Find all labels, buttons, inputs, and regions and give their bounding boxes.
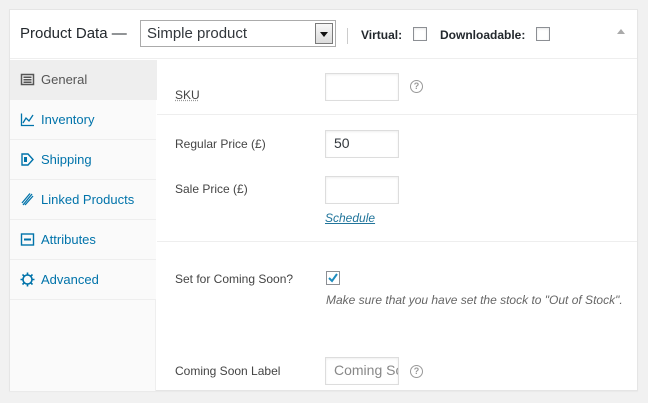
attributes-icon bbox=[20, 232, 35, 247]
product-type-value: Simple product bbox=[147, 25, 248, 42]
regular-price-input[interactable]: 50 bbox=[325, 130, 399, 158]
tab-label: Inventory bbox=[41, 112, 95, 127]
general-panel: SKU ? Regular Price (£) 50 Sale Price (£… bbox=[157, 60, 637, 391]
chevron-down-icon bbox=[315, 23, 333, 44]
tab-general[interactable]: General bbox=[10, 60, 157, 100]
product-data-tabs: General Inventory Shipping Linked Produc… bbox=[10, 60, 157, 391]
product-data-panel: Product Data — Simple product Virtual: D… bbox=[9, 9, 638, 391]
virtual-label: Virtual: bbox=[361, 28, 403, 42]
coming-soon-label: Set for Coming Soon? bbox=[175, 272, 294, 286]
sale-price-label: Sale Price (£) bbox=[175, 182, 248, 196]
sku-label: SKU bbox=[175, 88, 200, 102]
coming-soon-description: Make sure that you have set the stock to… bbox=[326, 293, 623, 307]
downloadable-label: Downloadable: bbox=[440, 28, 526, 42]
checkmark-icon bbox=[328, 273, 338, 283]
tab-label: Shipping bbox=[41, 152, 92, 167]
tab-label: Attributes bbox=[41, 232, 96, 247]
tab-label: Advanced bbox=[41, 272, 99, 287]
coming-soon-text-label: Coming Soon Label bbox=[175, 364, 281, 378]
regular-price-label: Regular Price (£) bbox=[175, 137, 266, 151]
tab-label: General bbox=[41, 72, 88, 87]
tab-shipping[interactable]: Shipping bbox=[10, 140, 156, 180]
tab-label: Linked Products bbox=[41, 192, 135, 207]
general-icon bbox=[20, 72, 35, 87]
panel-title: Product Data — bbox=[20, 25, 127, 42]
sku-input[interactable] bbox=[325, 73, 399, 101]
help-icon[interactable]: ? bbox=[410, 80, 423, 93]
inventory-icon bbox=[20, 112, 35, 127]
product-type-select[interactable]: Simple product bbox=[140, 20, 336, 47]
sale-price-input[interactable] bbox=[325, 176, 399, 204]
tab-linked-products[interactable]: Linked Products bbox=[10, 180, 156, 220]
tab-attributes[interactable]: Attributes bbox=[10, 220, 156, 260]
virtual-checkbox[interactable] bbox=[413, 27, 427, 41]
coming-soon-text-input[interactable]: Coming Soon bbox=[325, 357, 399, 385]
help-icon[interactable]: ? bbox=[410, 365, 423, 378]
schedule-link[interactable]: Schedule bbox=[325, 211, 375, 225]
header-separator bbox=[347, 28, 348, 44]
tab-inventory[interactable]: Inventory bbox=[10, 100, 156, 140]
panel-header: Product Data — Simple product Virtual: D… bbox=[10, 10, 637, 59]
downloadable-checkbox[interactable] bbox=[536, 27, 550, 41]
gear-icon bbox=[20, 272, 35, 287]
link-icon bbox=[20, 192, 35, 207]
tab-advanced[interactable]: Advanced bbox=[10, 260, 156, 300]
coming-soon-checkbox[interactable] bbox=[326, 271, 340, 285]
shipping-icon bbox=[20, 152, 35, 167]
collapse-toggle-icon[interactable] bbox=[617, 29, 625, 34]
